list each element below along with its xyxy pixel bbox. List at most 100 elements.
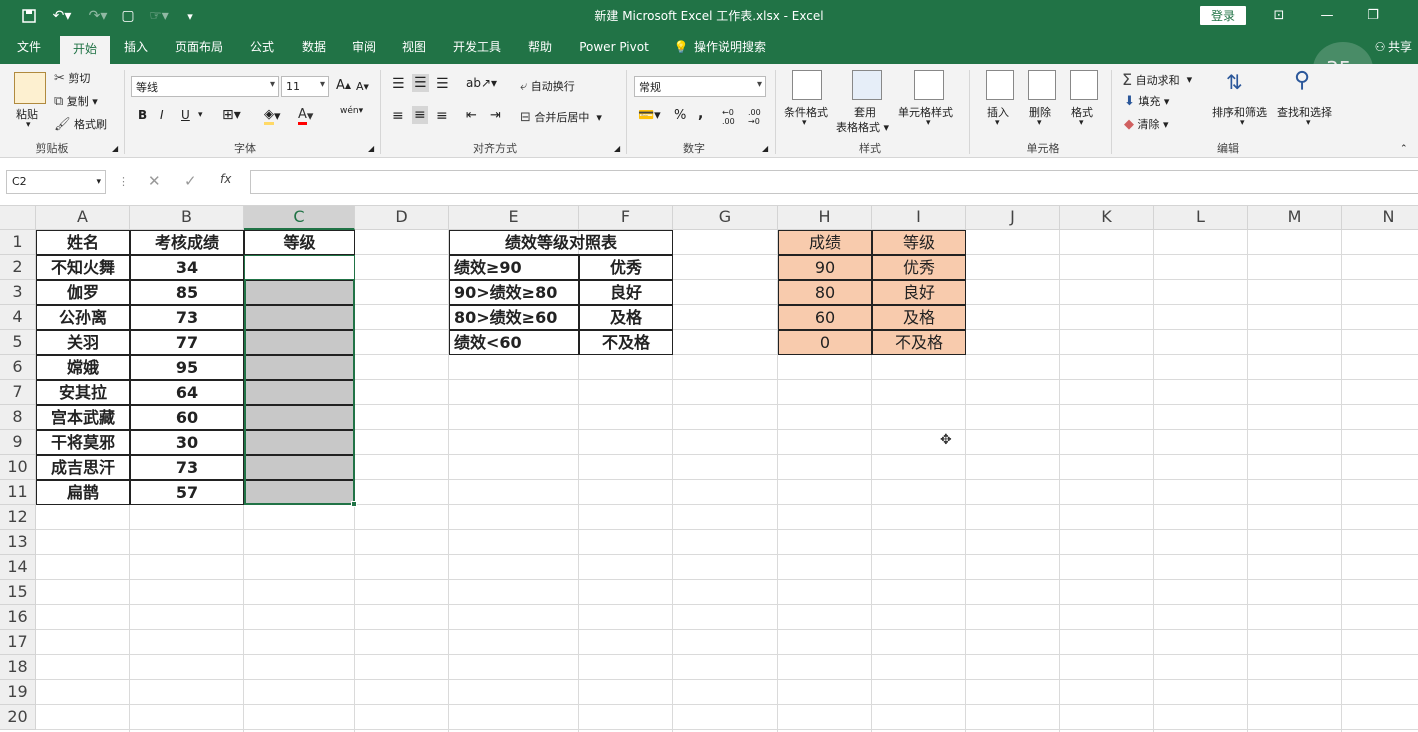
insert-function-button[interactable]: fx	[220, 172, 231, 186]
column-header-k[interactable]: K	[1060, 206, 1154, 230]
grade-cell[interactable]	[244, 305, 355, 330]
cut-button[interactable]: 剪切	[68, 70, 90, 86]
number-format-combo[interactable]: 常规 ▾	[634, 76, 766, 97]
autosum-button[interactable]: 自动求和	[1136, 72, 1180, 88]
condition-cell[interactable]: 绩效≥90	[449, 255, 579, 280]
row-header-10[interactable]: 10	[0, 455, 36, 480]
tab-view[interactable]: 视图	[392, 32, 436, 64]
percent-button[interactable]: %	[674, 108, 686, 123]
find-dropdown-icon[interactable]: ▾	[1306, 118, 1311, 128]
column-header-f[interactable]: F	[579, 206, 673, 230]
tab-formulas[interactable]: 公式	[240, 32, 284, 64]
row-header-14[interactable]: 14	[0, 555, 36, 580]
share-button[interactable]: 共享	[1388, 32, 1418, 64]
lookup-score-cell[interactable]: 0	[778, 330, 872, 355]
column-header-i[interactable]: I	[872, 206, 966, 230]
align-left-icon[interactable]: ≡	[392, 108, 404, 124]
formula-input[interactable]	[250, 170, 1418, 194]
tab-file[interactable]: 文件	[6, 32, 52, 64]
score-cell[interactable]: 77	[130, 330, 244, 355]
tab-insert[interactable]: 插入	[114, 32, 158, 64]
lookup-header-cell[interactable]: 成绩	[778, 230, 872, 255]
row-header-4[interactable]: 4	[0, 305, 36, 330]
table-header-cell[interactable]: 考核成绩	[130, 230, 244, 255]
number-launcher-icon[interactable]: ◢	[762, 144, 768, 153]
align-middle-icon[interactable]: ☰	[412, 74, 429, 92]
decrease-indent-icon[interactable]: ⇤	[466, 108, 477, 123]
table-header-cell[interactable]: 姓名	[36, 230, 130, 255]
grade-label-cell[interactable]: 不及格	[579, 330, 673, 355]
row-header-12[interactable]: 12	[0, 505, 36, 530]
lookup-grade-cell[interactable]: 不及格	[872, 330, 966, 355]
accounting-format-icon[interactable]: 💳▾	[638, 108, 661, 123]
lookup-grade-cell[interactable]: 良好	[872, 280, 966, 305]
increase-indent-icon[interactable]: ⇥	[490, 108, 501, 123]
tab-page-layout[interactable]: 页面布局	[166, 32, 232, 64]
grade-label-cell[interactable]: 及格	[579, 305, 673, 330]
alignment-launcher-icon[interactable]: ◢	[614, 144, 620, 153]
grade-cell[interactable]	[244, 355, 355, 380]
tab-developer[interactable]: 开发工具	[444, 32, 510, 64]
name-cell[interactable]: 安其拉	[36, 380, 130, 405]
lookup-header-cell[interactable]: 等级	[872, 230, 966, 255]
grade-cell[interactable]	[244, 280, 355, 305]
restore-icon[interactable]: ❐	[1358, 4, 1388, 26]
clipboard-launcher-icon[interactable]: ◢	[112, 144, 118, 153]
fill-color-icon[interactable]: ◈ ▾	[264, 107, 281, 125]
sort-dropdown-icon[interactable]: ▾	[1240, 118, 1245, 128]
score-cell[interactable]: 73	[130, 305, 244, 330]
fill-button[interactable]: 填充	[1138, 93, 1160, 109]
delete-dropdown-icon[interactable]: ▾	[1037, 118, 1042, 128]
collapse-ribbon-icon[interactable]: ⌃	[1400, 144, 1408, 154]
format-dropdown-icon[interactable]: ▾	[1079, 118, 1084, 128]
score-cell[interactable]: 73	[130, 455, 244, 480]
condition-cell[interactable]: 绩效<60	[449, 330, 579, 355]
condition-cell[interactable]: 80>绩效≥60	[449, 305, 579, 330]
find-select-button[interactable]: 查找和选择	[1277, 104, 1332, 120]
grade-cell[interactable]	[244, 405, 355, 430]
column-header-b[interactable]: B	[130, 206, 244, 230]
grade-label-cell[interactable]: 良好	[579, 280, 673, 305]
row-header-11[interactable]: 11	[0, 480, 36, 505]
underline-dropdown-icon[interactable]: ▾	[198, 110, 203, 120]
grade-cell[interactable]	[244, 480, 355, 505]
row-header-3[interactable]: 3	[0, 280, 36, 305]
lookup-grade-cell[interactable]: 优秀	[872, 255, 966, 280]
active-cell[interactable]	[244, 255, 355, 280]
lookup-score-cell[interactable]: 60	[778, 305, 872, 330]
score-cell[interactable]: 30	[130, 430, 244, 455]
column-header-m[interactable]: M	[1248, 206, 1342, 230]
increase-font-size-button[interactable]: A ▲	[336, 78, 351, 93]
name-cell[interactable]: 嫦娥	[36, 355, 130, 380]
align-center-icon[interactable]: ≡	[412, 106, 428, 124]
tab-data[interactable]: 数据	[292, 32, 336, 64]
row-header-8[interactable]: 8	[0, 405, 36, 430]
decrease-decimal-icon[interactable]: .00 →0	[748, 108, 770, 126]
column-header-c[interactable]: C	[244, 206, 355, 230]
format-as-table-line1[interactable]: 套用	[854, 104, 876, 120]
row-header-18[interactable]: 18	[0, 655, 36, 680]
name-cell[interactable]: 宫本武藏	[36, 405, 130, 430]
grade-cell[interactable]	[244, 380, 355, 405]
tab-review[interactable]: 审阅	[342, 32, 386, 64]
minimize-icon[interactable]: —	[1312, 4, 1342, 26]
tab-home[interactable]: 开始	[60, 36, 110, 64]
row-header-1[interactable]: 1	[0, 230, 36, 255]
reference-table-title[interactable]: 绩效等级对照表	[449, 230, 673, 255]
fill-handle[interactable]	[351, 501, 357, 507]
row-header-5[interactable]: 5	[0, 330, 36, 355]
wrap-text-button[interactable]: 自动换行	[531, 78, 575, 94]
score-cell[interactable]: 34	[130, 255, 244, 280]
italic-button[interactable]: I	[160, 108, 164, 122]
font-size-combo[interactable]: 11 ▾	[281, 76, 329, 97]
column-header-l[interactable]: L	[1154, 206, 1248, 230]
name-cell[interactable]: 伽罗	[36, 280, 130, 305]
name-box[interactable]: C2 ▾	[6, 170, 106, 194]
column-header-h[interactable]: H	[778, 206, 872, 230]
row-header-16[interactable]: 16	[0, 605, 36, 630]
enter-icon[interactable]: ✓	[184, 172, 197, 190]
column-header-a[interactable]: A	[36, 206, 130, 230]
tab-help[interactable]: 帮助	[518, 32, 562, 64]
name-cell[interactable]: 公孙离	[36, 305, 130, 330]
align-bottom-icon[interactable]: ☰	[436, 76, 449, 92]
